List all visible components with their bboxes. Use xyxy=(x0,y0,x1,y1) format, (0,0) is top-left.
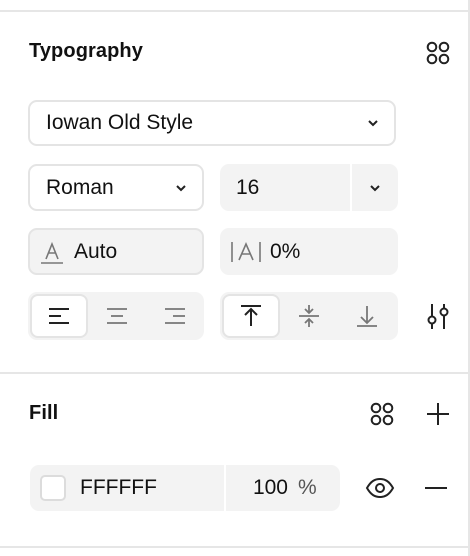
align-bottom-button[interactable] xyxy=(338,294,396,338)
align-center-button[interactable] xyxy=(88,294,146,338)
align-left-icon xyxy=(49,308,69,324)
align-center-icon xyxy=(107,308,127,324)
fill-row: FFFFFF 100 % xyxy=(30,465,340,511)
font-size-value[interactable]: 16 xyxy=(220,176,350,200)
add-fill-button[interactable] xyxy=(422,398,454,430)
horizontal-align-control xyxy=(28,292,204,340)
letter-spacing-field[interactable]: 0% xyxy=(220,228,398,275)
section-divider xyxy=(0,372,470,374)
type-settings-icon xyxy=(427,304,449,329)
align-right-icon xyxy=(165,308,185,324)
vertical-align-control xyxy=(220,292,398,340)
align-middle-icon xyxy=(299,305,319,327)
fill-heading: Fill xyxy=(29,402,59,424)
font-style-value: Roman xyxy=(46,175,114,199)
plus-icon xyxy=(427,403,449,425)
fill-styles-button[interactable] xyxy=(366,398,398,430)
toggle-visibility-button[interactable] xyxy=(364,472,396,504)
align-top-button[interactable] xyxy=(222,294,280,338)
align-top-icon xyxy=(241,305,261,326)
opacity-unit: % xyxy=(298,476,317,499)
font-size-field[interactable]: 16 xyxy=(220,164,398,211)
line-height-field[interactable]: Auto xyxy=(28,228,204,275)
font-family-select[interactable]: Iowan Old Style xyxy=(28,100,396,146)
styles-grid-icon xyxy=(370,402,394,426)
font-size-dropdown[interactable] xyxy=(352,183,398,193)
remove-fill-button[interactable] xyxy=(420,472,452,504)
font-style-select[interactable]: Roman xyxy=(28,164,204,211)
minus-icon xyxy=(425,487,447,489)
eye-icon xyxy=(365,477,395,499)
align-bottom-icon xyxy=(357,306,377,327)
bottom-divider xyxy=(0,546,470,548)
letter-spacing-value: 0% xyxy=(270,239,301,263)
letter-spacing-icon xyxy=(231,241,261,262)
fill-hex-value[interactable]: FFFFFF xyxy=(80,476,224,500)
align-left-button[interactable] xyxy=(30,294,88,338)
top-divider xyxy=(0,10,470,12)
color-swatch[interactable] xyxy=(40,475,66,501)
line-height-value: Auto xyxy=(74,239,118,263)
styles-grid-icon xyxy=(426,41,450,65)
typography-heading: Typography xyxy=(29,40,143,62)
fill-opacity-value[interactable]: 100 xyxy=(226,476,298,500)
font-family-value: Iowan Old Style xyxy=(46,111,194,134)
chevron-down-icon xyxy=(370,184,380,191)
chevron-down-icon xyxy=(176,184,186,191)
text-styles-button[interactable] xyxy=(422,37,454,69)
align-right-button[interactable] xyxy=(146,294,204,338)
chevron-down-icon xyxy=(368,120,378,127)
line-height-icon xyxy=(41,241,63,264)
align-middle-button[interactable] xyxy=(280,294,338,338)
type-settings-button[interactable] xyxy=(422,300,454,332)
